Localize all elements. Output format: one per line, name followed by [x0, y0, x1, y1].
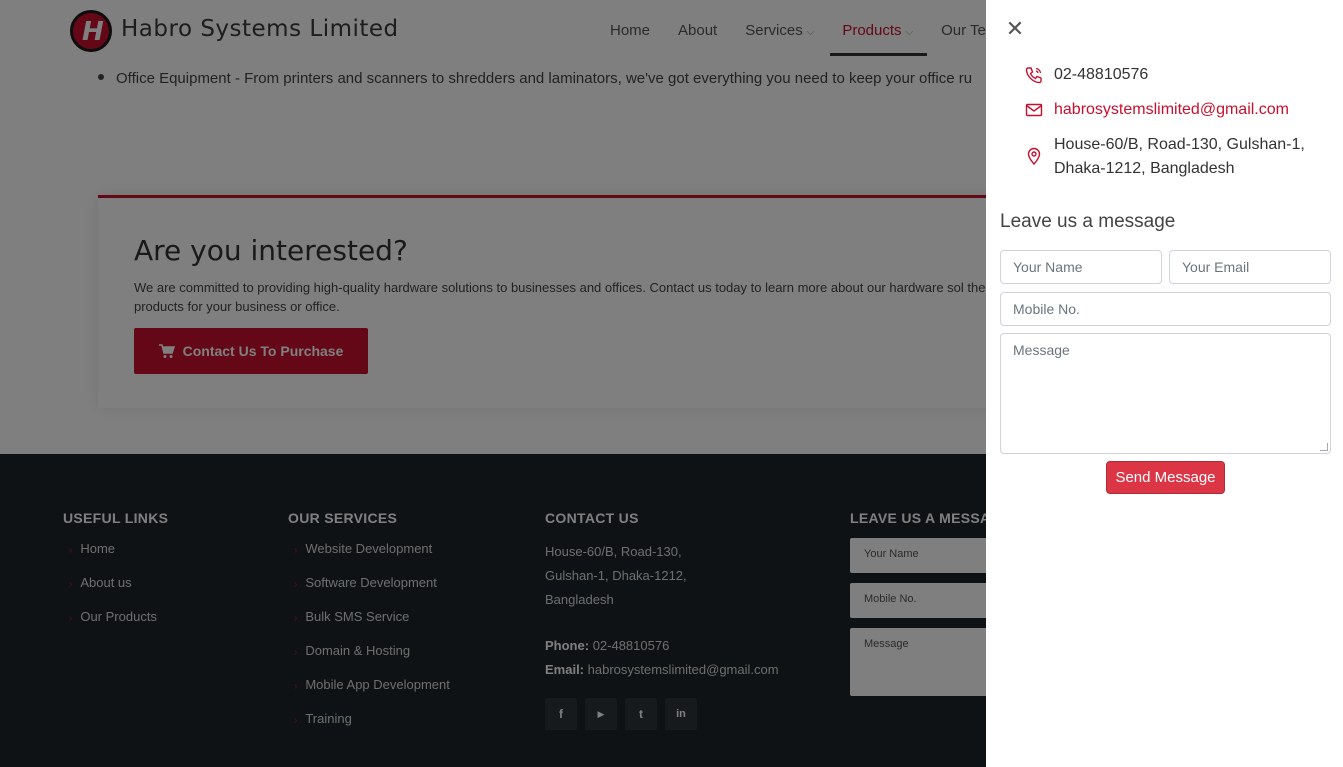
panel-phone-text[interactable]: 02-48810576	[1054, 63, 1148, 87]
envelope-icon	[1025, 103, 1043, 117]
modal-backdrop[interactable]	[0, 0, 986, 767]
panel-phone: 02-48810576	[1024, 63, 1148, 87]
resize-grip-icon[interactable]	[1320, 443, 1328, 451]
panel-message-textarea[interactable]: Message	[1000, 333, 1331, 454]
map-pin-icon	[1027, 147, 1041, 166]
send-message-button[interactable]: Send Message	[1106, 461, 1225, 494]
panel-email-link[interactable]: habrosystemslimited@gmail.com	[1054, 98, 1289, 122]
panel-mobile-input[interactable]: Mobile No.	[1000, 292, 1331, 326]
panel-address-text: House-60/B, Road-130, Gulshan-1, Dhaka-1…	[1054, 136, 1305, 177]
phone-icon	[1025, 67, 1042, 84]
panel-message-placeholder: Message	[1013, 342, 1070, 358]
panel-name-input[interactable]: Your Name	[1000, 250, 1162, 284]
contact-side-panel: ✕ 02-48810576 habrosystemslimited@gmail.…	[986, 0, 1343, 767]
panel-email: habrosystemslimited@gmail.com	[1024, 98, 1289, 122]
panel-email-input[interactable]: Your Email	[1169, 250, 1331, 284]
close-icon[interactable]: ✕	[1004, 18, 1026, 40]
panel-form-heading: Leave us a message	[1000, 211, 1176, 232]
panel-address: House-60/B, Road-130, Gulshan-1, Dhaka-1…	[1024, 133, 1324, 181]
